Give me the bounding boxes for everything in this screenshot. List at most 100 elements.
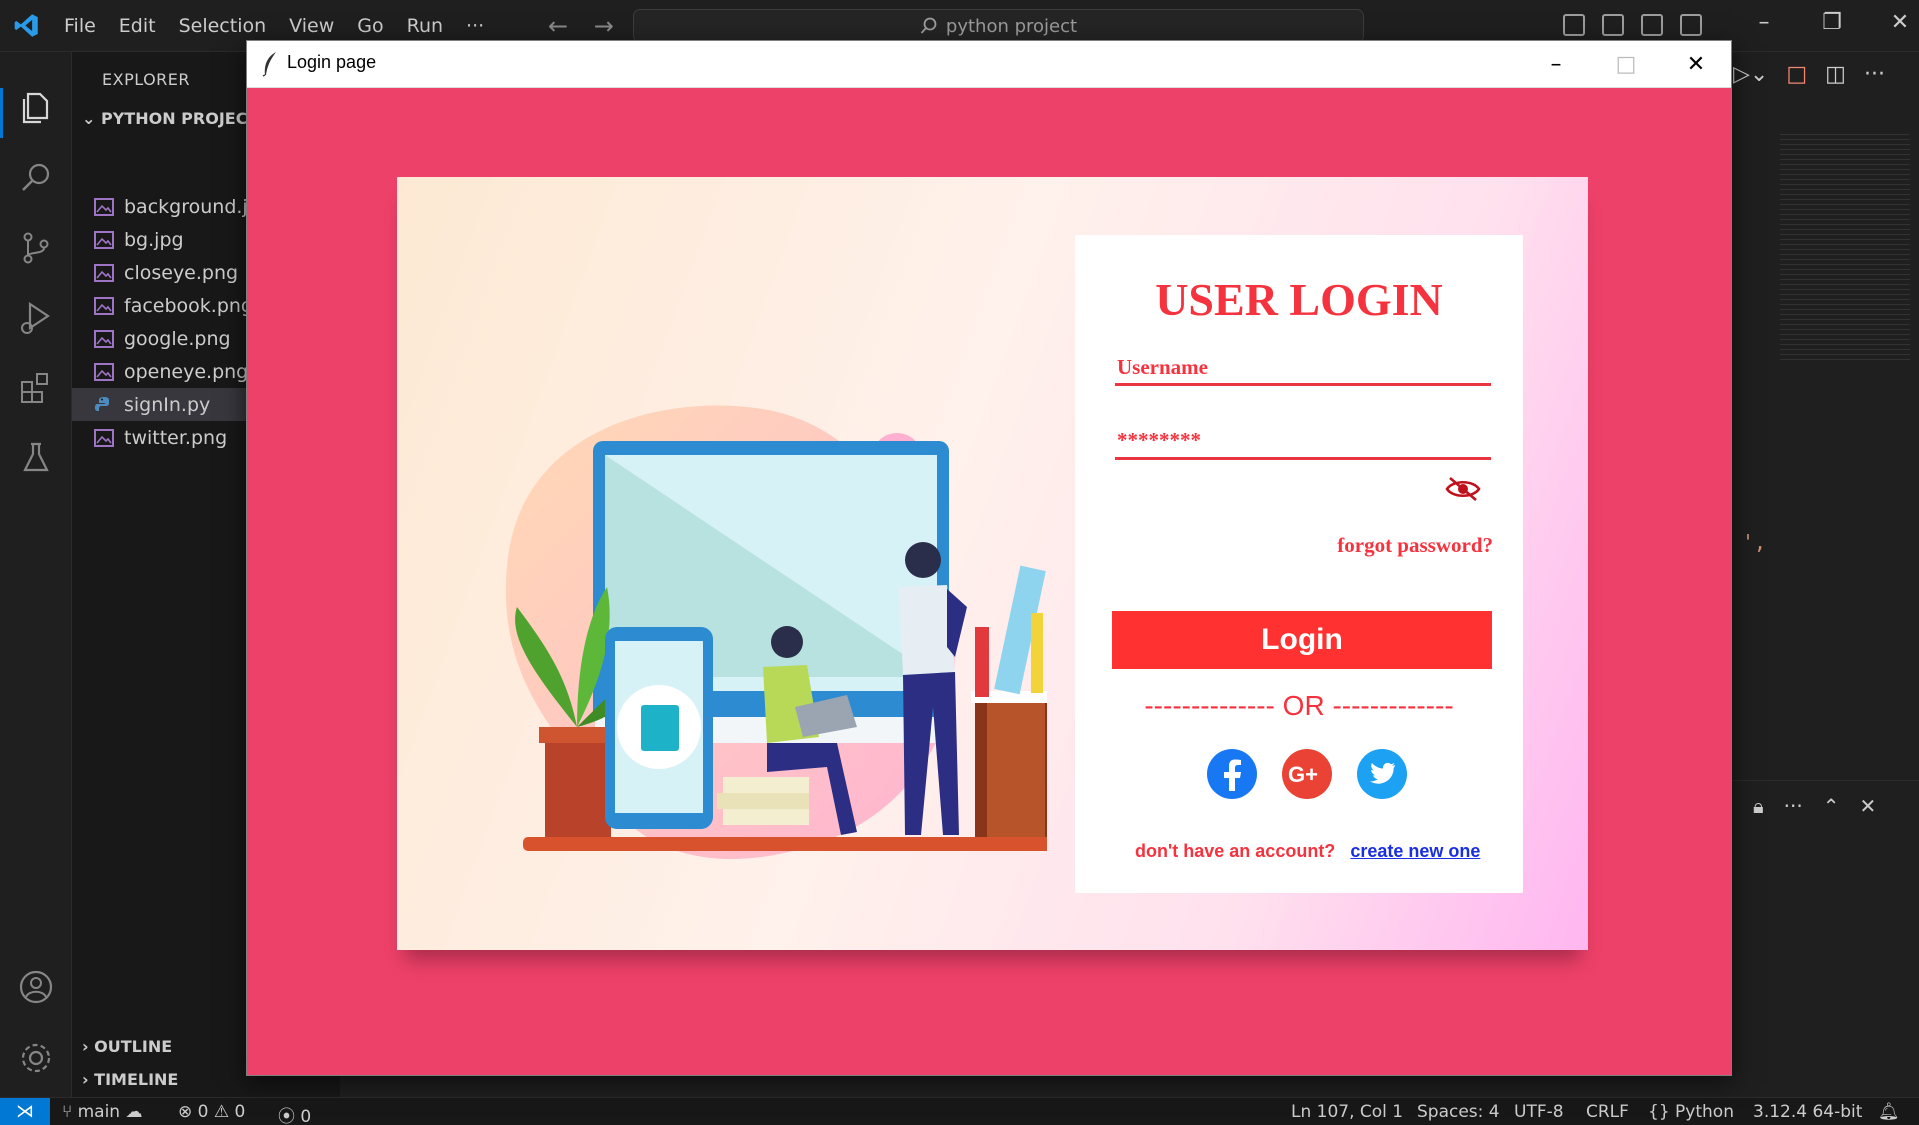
login-heading: USER LOGIN bbox=[1155, 274, 1443, 325]
file-name: closeye.png bbox=[124, 261, 239, 284]
toggle-sidebar-icon[interactable] bbox=[1563, 14, 1585, 36]
chevron-right-icon: › bbox=[82, 1037, 95, 1056]
minimap[interactable] bbox=[1780, 134, 1910, 364]
encoding-status[interactable]: UTF-8 bbox=[1514, 1102, 1564, 1122]
username-input[interactable]: Username bbox=[1117, 355, 1208, 380]
chevron-right-icon: › bbox=[82, 1070, 95, 1089]
vscode-logo-icon bbox=[14, 14, 38, 37]
svg-text:G+: G+ bbox=[1288, 762, 1318, 786]
accounts-icon[interactable] bbox=[16, 967, 56, 1007]
ports-count: 0 bbox=[300, 1107, 312, 1125]
explorer-files-icon[interactable] bbox=[16, 88, 56, 128]
image-file-icon bbox=[94, 296, 114, 315]
extensions-icon[interactable] bbox=[16, 368, 56, 408]
branch-status[interactable]: ⑂ main ☁ bbox=[62, 1102, 143, 1122]
split-editor-icon[interactable]: ◫ bbox=[1825, 62, 1846, 87]
login-card: USER LOGIN Username ******** forgot pass… bbox=[397, 177, 1588, 950]
layout-controls bbox=[1563, 14, 1719, 36]
google-plus-icon[interactable]: G+ bbox=[1282, 749, 1332, 799]
stop-icon[interactable]: □ bbox=[1786, 62, 1807, 87]
more-actions-icon[interactable]: ··· bbox=[1864, 62, 1885, 87]
run-debug-icon[interactable] bbox=[16, 298, 56, 338]
window-controls: – ❐ ✕ bbox=[1730, 10, 1919, 35]
toggle-panel-icon[interactable] bbox=[1602, 14, 1624, 36]
image-file-icon bbox=[94, 428, 114, 447]
python-file-icon bbox=[95, 396, 109, 411]
file-name: signIn.py bbox=[124, 393, 211, 416]
remote-indicator-icon[interactable]: ⋊ bbox=[0, 1098, 50, 1125]
login-window: Login page – □ ✕ USER LOGIN Username ***… bbox=[246, 40, 1732, 1076]
interpreter-status[interactable]: 3.12.4 64-bit bbox=[1753, 1102, 1862, 1122]
customize-layout-icon[interactable] bbox=[1680, 14, 1702, 36]
forgot-password-link[interactable]: forgot password? bbox=[1337, 533, 1493, 558]
maximize-icon[interactable]: □ bbox=[1591, 52, 1661, 77]
code-fragment: ', bbox=[1742, 530, 1767, 554]
run-file-icon[interactable]: ▷⌄ bbox=[1733, 62, 1768, 87]
login-window-title: Login page bbox=[287, 52, 377, 72]
explorer-title: EXPLORER bbox=[102, 70, 190, 89]
ports-status[interactable]: ⦿ 0 bbox=[278, 1102, 311, 1125]
notifications-bell-icon[interactable]: 🔔︎ bbox=[1878, 1102, 1900, 1122]
error-count: 0 bbox=[197, 1102, 209, 1122]
panel-toolbar: 🔒︎ ··· ⌃ ✕ bbox=[1733, 780, 1919, 830]
search-icon[interactable] bbox=[16, 158, 56, 198]
facebook-icon[interactable] bbox=[1207, 749, 1257, 799]
language-name: Python bbox=[1675, 1102, 1734, 1122]
minimize-icon[interactable]: – bbox=[1730, 10, 1798, 35]
login-window-controls: – □ ✕ bbox=[1521, 41, 1731, 88]
menu-selection[interactable]: Selection bbox=[179, 15, 267, 37]
lock-icon[interactable]: 🔒︎ bbox=[1753, 794, 1764, 818]
menu-file[interactable]: File bbox=[64, 15, 96, 37]
forward-arrow-icon[interactable]: → bbox=[594, 12, 614, 40]
close-icon[interactable]: ✕ bbox=[1866, 10, 1919, 35]
username-underline bbox=[1115, 383, 1491, 386]
minimize-icon[interactable]: – bbox=[1521, 52, 1591, 77]
outline-section[interactable]: › OUTLINE bbox=[82, 1037, 172, 1056]
twitter-icon[interactable] bbox=[1357, 749, 1407, 799]
testing-flask-icon[interactable] bbox=[16, 438, 56, 478]
signup-row: don't have an account? create new one bbox=[1135, 841, 1480, 862]
source-control-icon[interactable] bbox=[16, 228, 56, 268]
maximize-panel-icon[interactable]: ⌃ bbox=[1823, 794, 1840, 818]
close-panel-icon[interactable]: ✕ bbox=[1859, 794, 1876, 818]
menu-view[interactable]: View bbox=[289, 15, 334, 37]
menu-more[interactable]: ··· bbox=[466, 15, 484, 37]
image-file-icon bbox=[94, 329, 114, 348]
back-arrow-icon[interactable]: ← bbox=[548, 12, 568, 40]
warning-count: 0 bbox=[234, 1102, 246, 1122]
timeline-section[interactable]: › TIMELINE bbox=[82, 1070, 178, 1089]
image-file-icon bbox=[94, 362, 114, 381]
close-icon[interactable]: ✕ bbox=[1661, 52, 1731, 77]
timeline-label: TIMELINE bbox=[94, 1070, 179, 1089]
menu-run[interactable]: Run bbox=[407, 15, 443, 37]
project-folder-header[interactable]: ⌄ PYTHON PROJECT bbox=[82, 109, 258, 128]
eol-status[interactable]: CRLF bbox=[1586, 1102, 1629, 1122]
settings-gear-icon[interactable] bbox=[16, 1038, 56, 1078]
file-name: facebook.png bbox=[124, 294, 253, 317]
command-center-text: python project bbox=[945, 15, 1078, 37]
social-login-buttons: G+ bbox=[1207, 749, 1432, 799]
cursor-position[interactable]: Ln 107, Col 1 bbox=[1291, 1102, 1403, 1122]
command-center[interactable]: python project bbox=[633, 9, 1364, 43]
hide-password-eye-icon[interactable] bbox=[1445, 475, 1481, 503]
create-account-link[interactable]: create new one bbox=[1350, 841, 1480, 861]
problems-status[interactable]: ⊗ 0 ⚠ 0 bbox=[178, 1102, 245, 1122]
password-underline bbox=[1115, 457, 1491, 460]
chevron-down-icon: ⌄ bbox=[82, 109, 101, 128]
language-status[interactable]: {} Python bbox=[1648, 1102, 1734, 1122]
image-file-icon bbox=[94, 230, 114, 249]
project-name: PYTHON PROJECT bbox=[100, 109, 259, 128]
file-name: bg.jpg bbox=[124, 228, 184, 251]
login-button[interactable]: Login bbox=[1112, 611, 1492, 669]
indentation-status[interactable]: Spaces: 4 bbox=[1417, 1102, 1500, 1122]
password-input[interactable]: ******** bbox=[1117, 428, 1201, 453]
restore-icon[interactable]: ❐ bbox=[1798, 10, 1866, 35]
menu-go[interactable]: Go bbox=[357, 15, 383, 37]
more-actions-icon[interactable]: ··· bbox=[1784, 794, 1803, 818]
toggle-secondary-sidebar-icon[interactable] bbox=[1641, 14, 1663, 36]
file-name: google.png bbox=[124, 327, 231, 350]
menu-edit[interactable]: Edit bbox=[119, 15, 156, 37]
outline-label: OUTLINE bbox=[94, 1037, 173, 1056]
file-name: openeye.png bbox=[124, 360, 249, 383]
login-form: USER LOGIN Username ******** forgot pass… bbox=[1075, 235, 1523, 893]
